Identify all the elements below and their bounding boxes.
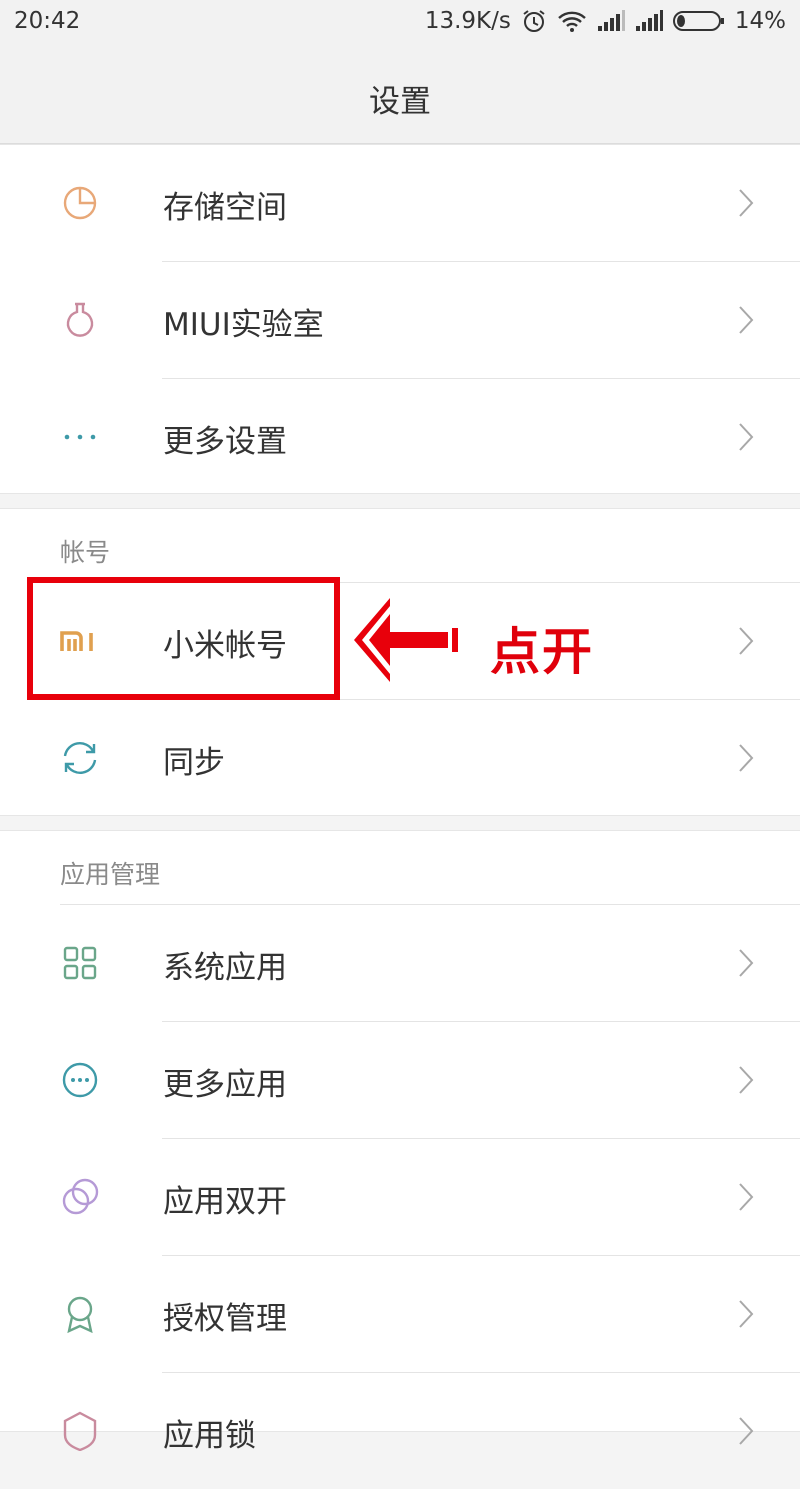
more-circle-icon	[62, 1062, 98, 1098]
chevron-right-icon	[739, 306, 754, 334]
settings-item-label: 应用锁	[163, 1418, 256, 1454]
chevron-right-icon	[739, 423, 754, 451]
battery-percent: 14%	[734, 8, 786, 34]
settings-item-label: 更多应用	[163, 1067, 287, 1103]
settings-item-label: 系统应用	[163, 950, 287, 986]
battery-icon	[672, 10, 725, 32]
more-dots-icon	[64, 434, 96, 440]
settings-item-more-settings[interactable]: 更多设置	[0, 379, 800, 495]
section-header: 帐号	[60, 538, 111, 567]
signal-icon	[597, 10, 625, 32]
chevron-right-icon	[739, 1066, 754, 1094]
status-indicators: 13.9K/s 14%	[425, 8, 786, 34]
award-icon	[67, 1296, 93, 1334]
settings-item-sync[interactable]: 同步	[0, 700, 800, 816]
section-header: 应用管理	[60, 860, 161, 889]
settings-item-dual-apps[interactable]: 应用双开	[0, 1139, 800, 1255]
settings-item-label: 同步	[163, 745, 225, 781]
settings-item-miui-lab[interactable]: MIUI实验室	[0, 262, 800, 378]
sync-icon	[63, 742, 97, 774]
annotation-text: 点开	[490, 623, 594, 681]
status-time: 20:42	[14, 8, 81, 34]
settings-section-app-management: 应用管理 系统应用 更多应用 应用双开 授权管理 应用锁	[0, 830, 800, 1454]
chevron-right-icon	[739, 1300, 754, 1328]
page-title: 设置	[369, 84, 431, 120]
title-bar: 设置	[0, 46, 800, 144]
settings-item-storage[interactable]: 存储空间	[0, 145, 800, 261]
dual-apps-icon	[62, 1178, 99, 1215]
annotation-highlight-box	[27, 577, 340, 700]
storage-pie-icon	[63, 186, 97, 220]
chevron-right-icon	[739, 627, 754, 655]
settings-item-app-lock[interactable]: 应用锁	[0, 1373, 800, 1489]
status-bar: 20:42 13.9K/s 14%	[0, 0, 800, 46]
chevron-right-icon	[739, 744, 754, 772]
settings-item-more-apps[interactable]: 更多应用	[0, 1022, 800, 1138]
settings-item-label: MIUI实验室	[163, 307, 324, 343]
alarm-icon	[521, 8, 547, 34]
settings-item-label: 应用双开	[163, 1184, 287, 1220]
settings-item-label: 授权管理	[163, 1301, 287, 1337]
settings-section-general: 存储空间 MIUI实验室 更多设置	[0, 144, 800, 494]
settings-item-label: 存储空间	[163, 190, 287, 226]
lab-flask-icon	[66, 302, 94, 337]
chevron-right-icon	[739, 1183, 754, 1211]
settings-item-system-apps[interactable]: 系统应用	[0, 905, 800, 1021]
settings-item-permissions[interactable]: 授权管理	[0, 1256, 800, 1372]
settings-item-label: 更多设置	[163, 424, 287, 460]
chevron-right-icon	[739, 1417, 754, 1445]
chevron-right-icon	[739, 189, 754, 217]
wifi-icon	[557, 9, 587, 33]
signal-icon	[635, 10, 663, 32]
annotation-arrow-icon	[354, 598, 458, 682]
app-lock-icon	[63, 1411, 97, 1451]
chevron-right-icon	[739, 949, 754, 977]
grid-apps-icon	[63, 946, 97, 980]
network-speed: 13.9K/s	[424, 8, 511, 34]
